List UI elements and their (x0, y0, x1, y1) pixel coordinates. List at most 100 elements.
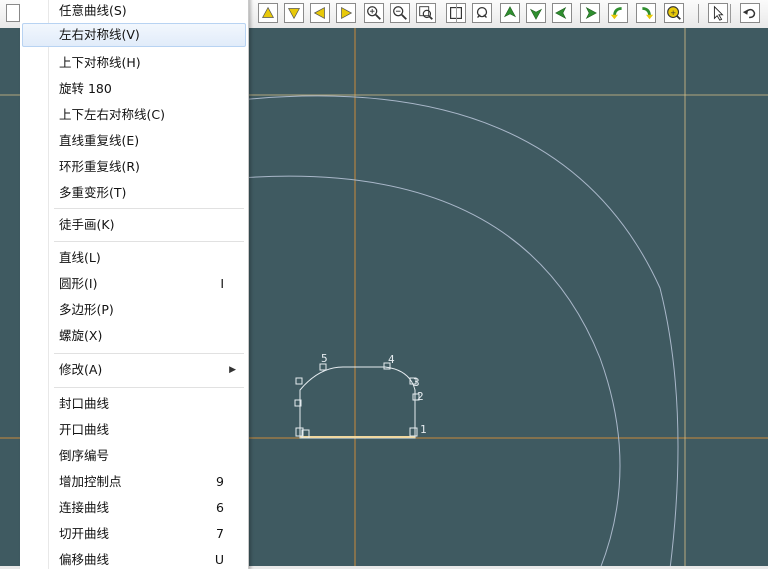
undo-icon (742, 8, 756, 19)
triangle-right-icon (341, 6, 353, 20)
menu-item-label: 连接曲线 (59, 500, 110, 515)
triangle-down-button[interactable] (284, 3, 304, 23)
menu-separator (54, 353, 244, 354)
arrow-up-button[interactable] (500, 3, 520, 23)
menu-item-label: 环形重复线(R) (59, 159, 140, 174)
menu-item[interactable]: 倒序编号 (22, 444, 246, 468)
zoom-all-icon: + (667, 6, 681, 20)
svg-text:+: + (670, 8, 676, 17)
menu-item[interactable]: 直线重复线(E) (22, 129, 246, 153)
point-label-2: 2 (417, 390, 424, 403)
point-label-3: 3 (413, 376, 420, 389)
point-label-5: 5 (321, 352, 328, 365)
triangle-up-button[interactable] (258, 3, 278, 23)
closed-curve-shape[interactable] (299, 366, 416, 439)
submenu-arrow-icon: ▶ (229, 365, 236, 375)
arrow-right-button[interactable] (580, 3, 600, 23)
rotate-left-icon (610, 7, 622, 20)
menu-item-label: 直线(L) (59, 250, 101, 265)
pan-icon (476, 6, 488, 18)
menu-item-label: 左右对称线(V) (59, 27, 140, 42)
menu-item-shortcut: 6 (216, 500, 224, 515)
menu-item-label: 封口曲线 (59, 396, 110, 411)
menu-item[interactable]: 任意曲线(S) (22, 0, 246, 23)
arrow-right-icon (585, 6, 597, 20)
menu-item-label: 开口曲线 (59, 422, 110, 437)
menu-item-label: 圆形(I) (59, 276, 98, 291)
menu-item[interactable]: 增加控制点 9 (22, 470, 246, 494)
arrow-left-button[interactable] (552, 3, 572, 23)
arrow-down-icon (529, 8, 543, 20)
menu-item-label: 旋转 180 (59, 81, 112, 96)
menu-item-shortcut: I (220, 276, 224, 291)
menu-item[interactable]: 连接曲线 6 (22, 496, 246, 520)
menu-item[interactable]: 开口曲线 (22, 418, 246, 442)
pan-button[interactable] (472, 3, 492, 23)
arrow-down-button[interactable] (526, 3, 546, 23)
rotate-right-button[interactable] (636, 3, 656, 23)
arrow-up-icon (503, 6, 517, 18)
triangle-left-button[interactable] (310, 3, 330, 23)
control-point-marker[interactable] (295, 377, 303, 385)
menu-item-label: 偏移曲线 (59, 552, 110, 567)
select-pointer-button[interactable] (708, 3, 728, 23)
menu-item-label: 增加控制点 (59, 474, 122, 489)
menu-item[interactable]: 上下对称线(H) (22, 51, 246, 75)
menu-separator (54, 241, 244, 242)
menu-item[interactable]: 螺旋(X) (22, 324, 246, 348)
menu-item[interactable]: 多重变形(T) (22, 181, 246, 205)
context-menu: 任意曲线(S) 左右对称线(V) 上下对称线(H) 旋转 180 上下左右对称线(C) 直… (20, 0, 249, 569)
menu-item-label: 徒手画(K) (59, 217, 115, 232)
menu-separator (54, 387, 244, 388)
triangle-down-icon (287, 8, 301, 20)
outer-arc (239, 95, 679, 569)
menu-item-label: 任意曲线(S) (59, 3, 127, 18)
menu-item-label: 上下对称线(H) (59, 55, 141, 70)
menu-item[interactable]: 偏移曲线 U (22, 548, 246, 569)
triangle-right-button[interactable] (336, 3, 356, 23)
triangle-left-icon (313, 6, 325, 20)
menu-item[interactable]: 封口曲线 (22, 392, 246, 416)
menu-item-shortcut: U (214, 552, 224, 567)
undo-button[interactable] (740, 3, 760, 23)
menu-item[interactable]: 多边形(P) (22, 298, 246, 322)
menu-item[interactable]: 切开曲线 7 (22, 522, 246, 546)
point-label-4: 4 (388, 353, 395, 366)
zoom-all-button[interactable]: + (664, 3, 684, 23)
menu-item[interactable]: 旋转 180 (22, 77, 246, 101)
select-pointer-icon (713, 5, 724, 21)
menu-item[interactable]: 修改(A) ▶ (22, 358, 246, 382)
menu-item[interactable]: 左右对称线(V) (22, 23, 246, 47)
zoom-window-button[interactable] (416, 3, 436, 23)
menu-item-label: 螺旋(X) (59, 328, 103, 343)
menu-item-label: 上下左右对称线(C) (59, 107, 165, 122)
zoom-window-icon (419, 6, 433, 20)
menu-item[interactable]: 徒手画(K) (22, 213, 246, 237)
menu-item-label: 切开曲线 (59, 526, 110, 541)
rotate-right-icon (642, 7, 654, 20)
menu-item-shortcut: 7 (216, 526, 224, 541)
menu-item[interactable]: 直线(L) (22, 246, 246, 270)
control-points (294, 362, 420, 439)
app-window: + 1 2 3 4 5 任意曲线(S) 左右对称线(V) 上下对称线(H) 旋转… (0, 0, 768, 569)
menu-item[interactable]: 环形重复线(R) (22, 155, 246, 179)
menu-item-label: 多边形(P) (59, 302, 114, 317)
control-point-marker[interactable] (409, 427, 418, 437)
arrow-left-icon (555, 6, 567, 20)
menu-item[interactable]: 上下左右对称线(C) (22, 103, 246, 127)
zoom-out-button[interactable] (390, 3, 410, 23)
triangle-up-icon (261, 6, 275, 18)
toolbar-separator (730, 4, 731, 23)
menu-item-label: 多重变形(T) (59, 185, 127, 200)
menu-item-shortcut: 9 (216, 474, 224, 489)
menu-item[interactable]: 圆形(I) I (22, 272, 246, 296)
zoom-in-icon (367, 6, 381, 20)
zoom-in-button[interactable] (364, 3, 384, 23)
menu-separator (54, 208, 244, 209)
menu-item-label: 直线重复线(E) (59, 133, 140, 148)
toolbar-separator (698, 4, 699, 23)
rotate-left-button[interactable] (608, 3, 628, 23)
toolbar-separator (456, 4, 457, 23)
toolbar-button-partial[interactable] (6, 4, 20, 22)
menu-item-label: 修改(A) (59, 362, 103, 377)
